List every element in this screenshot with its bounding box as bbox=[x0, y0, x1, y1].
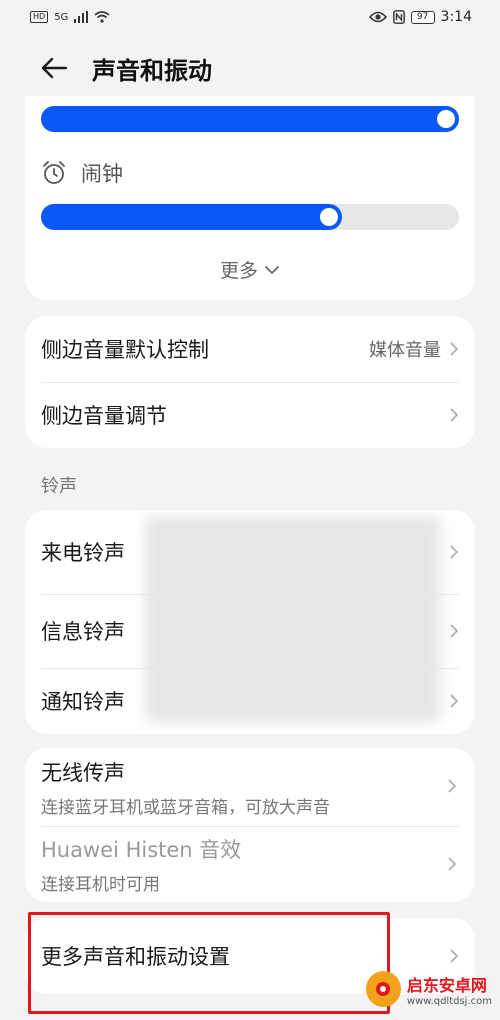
row-value bbox=[449, 407, 459, 423]
row-label: 侧边音量调节 bbox=[41, 404, 167, 428]
chevron-right-icon bbox=[450, 694, 459, 708]
list-item-message-ringtone[interactable]: 信息铃声 bbox=[25, 594, 475, 668]
alarm-label: 闹钟 bbox=[81, 162, 123, 186]
chevron-right-icon bbox=[450, 624, 459, 638]
alarm-row: 闹钟 bbox=[41, 158, 123, 188]
chevron-down-icon bbox=[265, 265, 279, 274]
row-value: 媒体音量 bbox=[369, 336, 459, 362]
back-arrow-icon[interactable] bbox=[38, 52, 70, 84]
row-label: 信息铃声 bbox=[41, 620, 125, 644]
media-volume-slider[interactable] bbox=[41, 106, 459, 132]
row-label: 来电铃声 bbox=[41, 541, 125, 565]
status-bar: HD 5G 97 3:14 bbox=[0, 0, 500, 34]
row-value bbox=[449, 623, 459, 639]
slider-thumb[interactable] bbox=[437, 110, 455, 128]
more-button[interactable]: 更多 bbox=[25, 256, 475, 283]
watermark-url: www.qdltdsj.com bbox=[406, 995, 492, 1007]
alarm-volume-slider[interactable] bbox=[41, 204, 459, 230]
status-time: 3:14 bbox=[440, 9, 472, 25]
wifi-icon bbox=[94, 11, 110, 23]
header: 声音和振动 bbox=[0, 40, 500, 96]
section-header-ringtone: 铃声 bbox=[41, 476, 77, 497]
nfc-icon bbox=[392, 10, 405, 24]
volume-card: 闹钟 更多 bbox=[25, 96, 475, 300]
list-item-notification-ringtone[interactable]: 通知铃声 bbox=[25, 668, 475, 734]
eye-icon bbox=[368, 11, 387, 23]
row-subtitle: 连接蓝牙耳机或蓝牙音箱，可放大声音 bbox=[41, 797, 330, 818]
row-value-text: 媒体音量 bbox=[369, 340, 441, 361]
status-left: HD 5G bbox=[30, 11, 110, 23]
network-type: 5G bbox=[54, 11, 69, 23]
ringtone-card: 来电铃声 信息铃声 通知铃声 bbox=[25, 510, 475, 734]
row-subtitle: 连接耳机时可用 bbox=[41, 874, 160, 895]
watermark: 启东安卓网 www.qdltdsj.com bbox=[366, 964, 492, 1014]
row-value bbox=[449, 544, 459, 560]
row-value bbox=[449, 948, 459, 964]
audio-card: 无线传声 连接蓝牙耳机或蓝牙音箱，可放大声音 Huawei Histen 音效 … bbox=[25, 748, 475, 902]
status-right: 97 3:14 bbox=[368, 9, 472, 25]
slider-fill bbox=[41, 106, 459, 132]
row-value bbox=[449, 693, 459, 709]
chevron-right-icon bbox=[450, 408, 459, 422]
list-item-histen[interactable]: Huawei Histen 音效 连接耳机时可用 bbox=[25, 826, 475, 902]
list-item-wireless-sound[interactable]: 无线传声 连接蓝牙耳机或蓝牙音箱，可放大声音 bbox=[25, 748, 475, 826]
slider-thumb[interactable] bbox=[320, 208, 338, 226]
row-label: 侧边音量默认控制 bbox=[41, 338, 209, 362]
hd-icon: HD bbox=[30, 11, 49, 23]
watermark-title: 启东安卓网 bbox=[406, 975, 487, 995]
alarm-clock-icon bbox=[43, 161, 65, 184]
chevron-right-icon bbox=[448, 779, 457, 793]
watermark-text: 启东安卓网 www.qdltdsj.com bbox=[407, 972, 492, 1007]
watermark-logo-icon bbox=[366, 971, 401, 1007]
chevron-right-icon bbox=[450, 342, 459, 356]
more-label: 更多 bbox=[219, 260, 258, 282]
chevron-right-icon bbox=[450, 949, 459, 963]
battery-icon: 97 bbox=[410, 10, 435, 24]
highlight-box bbox=[28, 912, 390, 1014]
page-title: 声音和振动 bbox=[92, 56, 212, 85]
list-item-call-ringtone[interactable]: 来电铃声 bbox=[25, 510, 475, 594]
list-item-side-volume-default[interactable]: 侧边音量默认控制 媒体音量 bbox=[25, 316, 475, 382]
row-label: 通知铃声 bbox=[41, 690, 125, 714]
row-label: 无线传声 bbox=[41, 760, 125, 785]
signal-icon bbox=[74, 11, 89, 23]
row-label: Huawei Histen 音效 bbox=[41, 837, 242, 862]
slider-fill bbox=[41, 204, 342, 230]
chevron-right-icon bbox=[448, 857, 457, 871]
side-volume-card: 侧边音量默认控制 媒体音量 侧边音量调节 bbox=[25, 316, 475, 448]
list-item-side-volume-adjust[interactable]: 侧边音量调节 bbox=[25, 382, 475, 448]
chevron-right-icon bbox=[450, 545, 459, 559]
